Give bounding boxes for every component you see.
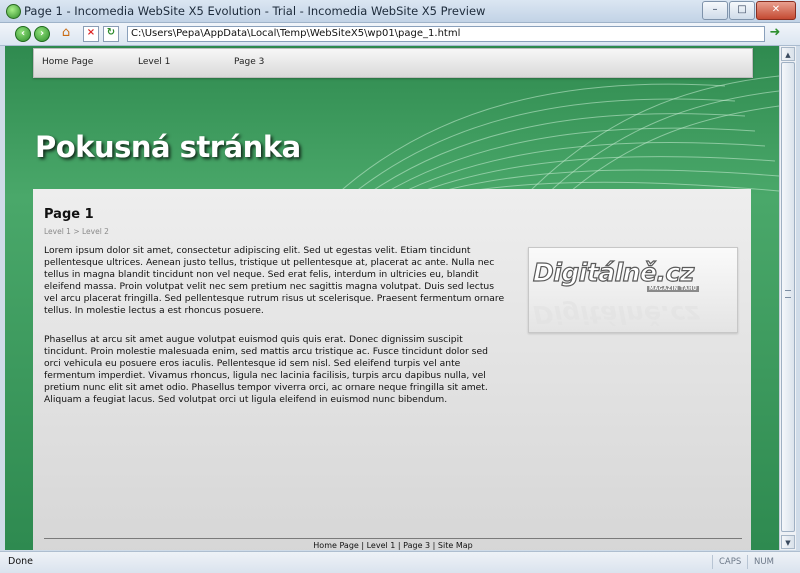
logo-reflection: Digitálně.cz (533, 300, 700, 329)
maximize-button[interactable]: □ (729, 1, 755, 20)
window-titlebar: Page 1 - Incomedia WebSite X5 Evolution … (0, 0, 800, 23)
refresh-icon[interactable]: ↻ (103, 26, 119, 42)
digitalne-logo-image[interactable]: Digitálně.cz MAGAZÍN TAHŮ Digitálně.cz (528, 247, 738, 333)
nav-home[interactable]: Home Page (42, 57, 93, 67)
back-icon[interactable]: ‹ (15, 26, 31, 42)
go-icon[interactable]: ➜ (767, 26, 783, 40)
content-area: Page 1 Level 1 > Level 2 Lorem ipsum dol… (33, 189, 751, 550)
scroll-grip-icon (785, 290, 791, 298)
footer-divider (44, 538, 742, 539)
body-paragraph-2: Phasellus at arcu sit amet augue volutpa… (44, 334, 488, 406)
page-viewport: Home Page Level 1 Page 3 Pokusná stránka… (5, 46, 779, 550)
page-heading: Page 1 (44, 207, 94, 222)
status-bar: Done CAPS NUM (0, 551, 800, 573)
site-nav: Home Page Level 1 Page 3 (33, 48, 753, 78)
status-text: Done (8, 556, 33, 567)
app-icon (6, 4, 21, 19)
logo-tagline: MAGAZÍN TAHŮ (647, 286, 700, 292)
minimize-button[interactable]: – (702, 1, 728, 20)
scroll-thumb[interactable] (781, 62, 795, 532)
address-bar[interactable]: C:\Users\Pepa\AppData\Local\Temp\WebSite… (127, 26, 765, 42)
home-icon[interactable]: ⌂ (59, 26, 73, 40)
nav-level-1[interactable]: Level 1 (138, 57, 170, 67)
site-title: Pokusná stránka (35, 130, 301, 164)
close-button[interactable]: ✕ (756, 1, 796, 20)
scroll-up-icon[interactable]: ▲ (781, 47, 795, 61)
scroll-down-icon[interactable]: ▼ (781, 535, 795, 549)
logo-text: Digitálně.cz (532, 257, 694, 287)
browser-toolbar: ‹ › ⌂ × ↻ C:\Users\Pepa\AppData\Local\Te… (0, 23, 800, 46)
window-title: Page 1 - Incomedia WebSite X5 Evolution … (24, 4, 486, 18)
window-controls: – □ ✕ (702, 1, 796, 20)
nav-page-3[interactable]: Page 3 (234, 57, 264, 67)
vertical-scrollbar[interactable]: ▲ ▼ (779, 46, 796, 550)
forward-icon[interactable]: › (34, 26, 50, 42)
body-paragraph-1: Lorem ipsum dolor sit amet, consectetur … (44, 245, 505, 317)
num-indicator: NUM (747, 555, 774, 569)
stop-icon[interactable]: × (83, 26, 99, 42)
caps-indicator: CAPS (712, 555, 741, 569)
breadcrumb[interactable]: Level 1 > Level 2 (44, 227, 109, 236)
footer-links[interactable]: Home Page | Level 1 | Page 3 | Site Map (44, 541, 742, 550)
